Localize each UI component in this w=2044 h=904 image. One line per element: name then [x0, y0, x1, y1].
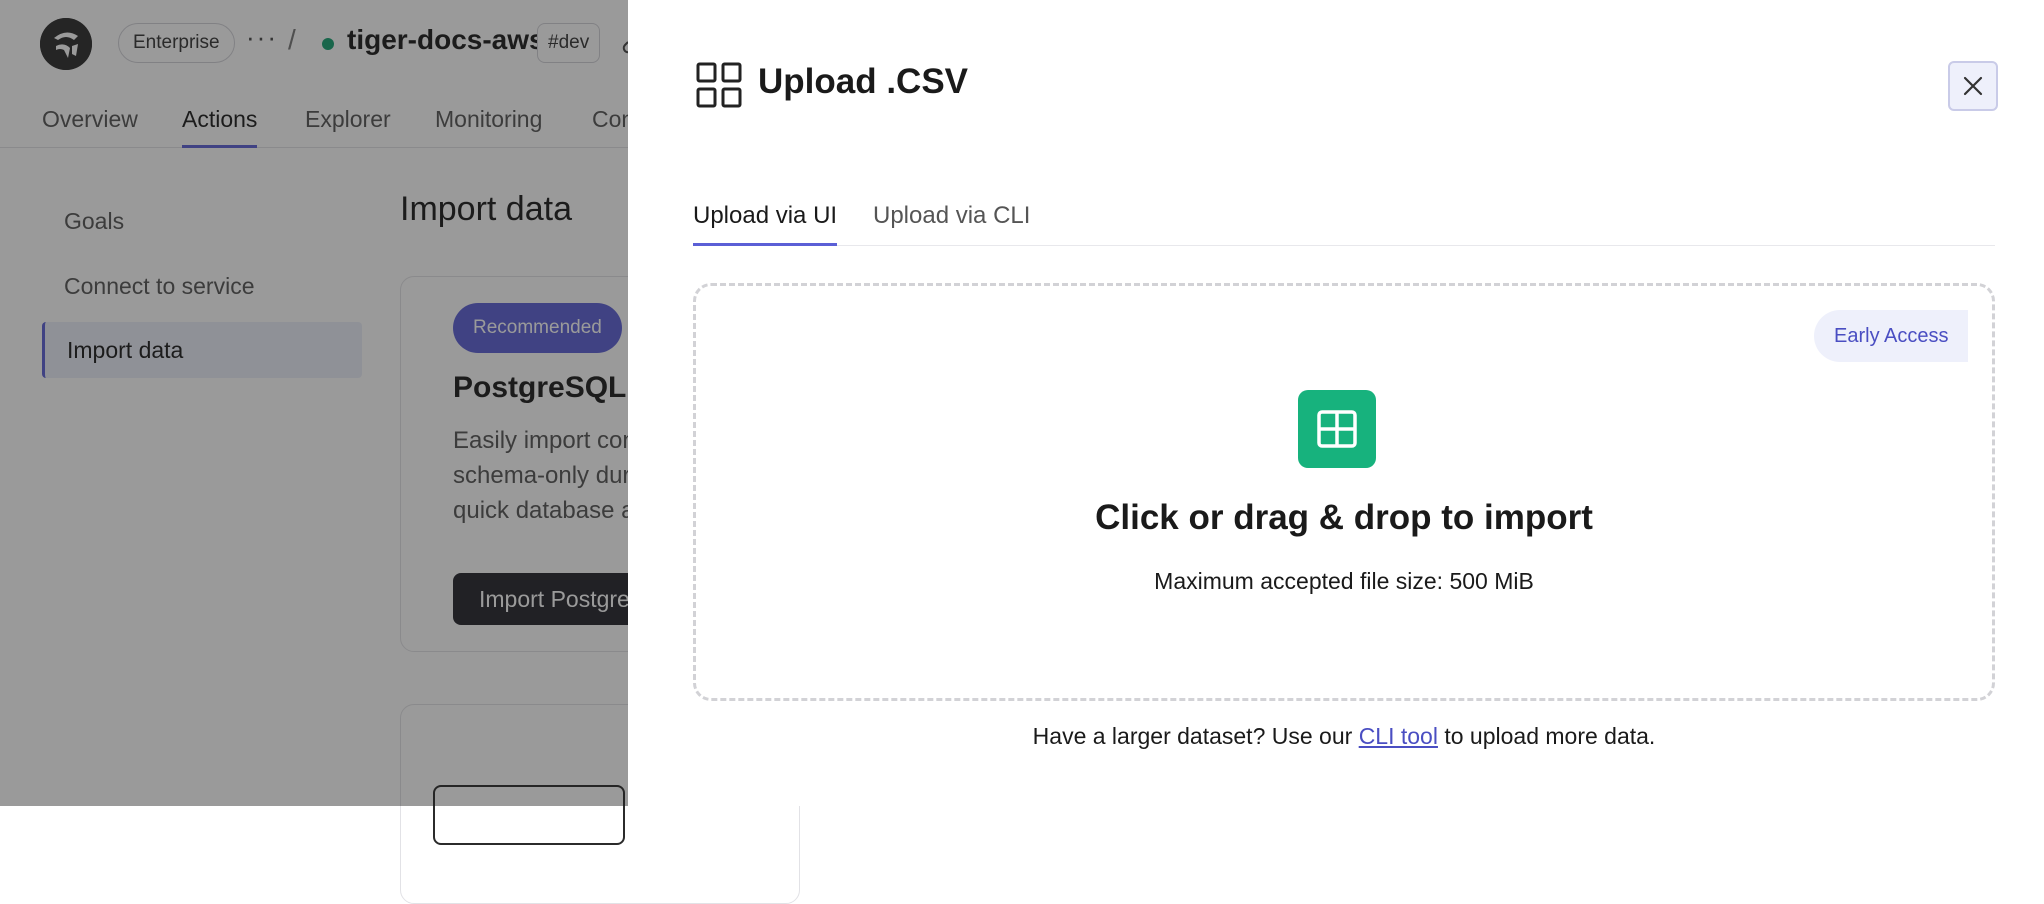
early-access-badge: Early Access	[1814, 310, 1969, 362]
note-suffix: to upload more data.	[1437, 723, 1656, 749]
note-prefix: Have a larger dataset? Use our	[1032, 723, 1359, 749]
spreadsheet-icon	[1298, 390, 1376, 468]
tab-upload-via-cli[interactable]: Upload via CLI	[873, 202, 1030, 246]
panel-title: Upload .CSV	[758, 62, 969, 101]
dropzone-subtitle: Maximum accepted file size: 500 MiB	[1154, 568, 1534, 594]
close-button[interactable]	[1948, 61, 1998, 111]
upload-csv-panel: Upload .CSV Upload via UI Upload via CLI…	[628, 0, 2044, 806]
tab-upload-via-ui[interactable]: Upload via UI	[693, 202, 838, 246]
modal-backdrop[interactable]	[0, 0, 628, 806]
cli-tool-link[interactable]: CLI tool	[1359, 723, 1438, 749]
upload-tabs: Upload via UI Upload via CLI	[693, 198, 1995, 246]
file-dropzone[interactable]: Early Access Click or drag & drop to imp…	[693, 283, 1995, 701]
close-icon	[1963, 76, 1983, 96]
app-root: Enterprise ··· / tiger-docs-aws #dev Ove…	[0, 0, 2044, 904]
dropzone-title: Click or drag & drop to import	[1095, 498, 1593, 537]
larger-dataset-note: Have a larger dataset? Use our CLI tool …	[693, 723, 1995, 750]
grid-icon	[696, 62, 742, 108]
